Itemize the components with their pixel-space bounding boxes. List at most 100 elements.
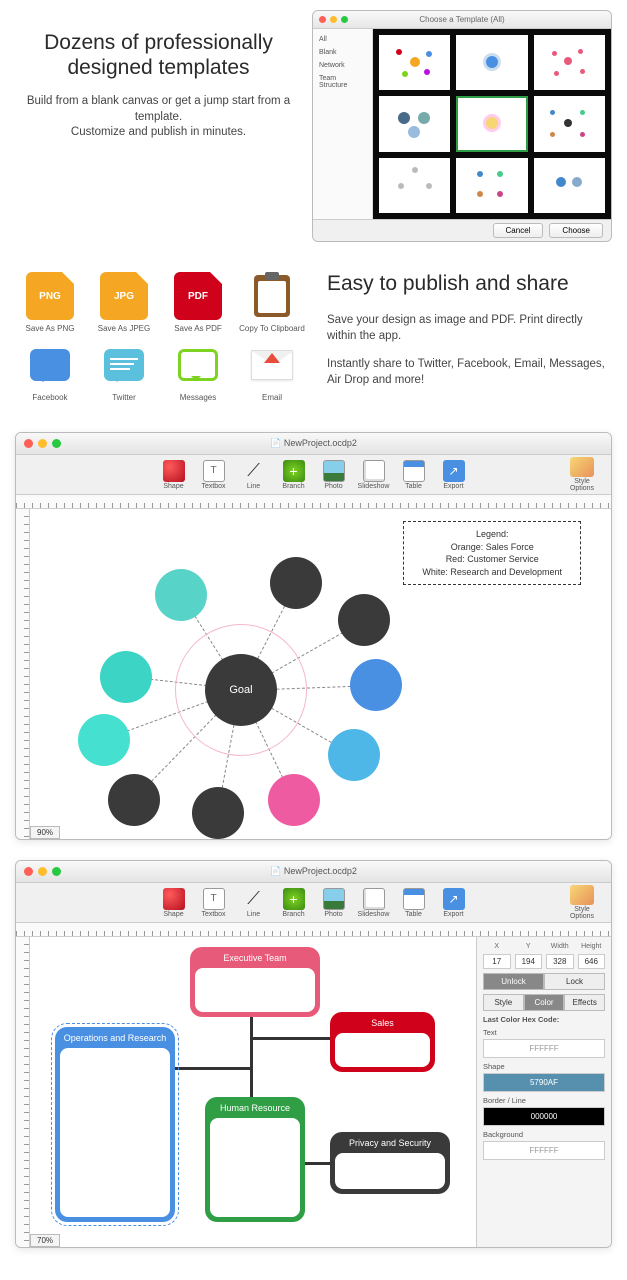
satellite-node[interactable] <box>270 557 322 609</box>
text-color-label: Text <box>483 1028 605 1037</box>
satellite-node[interactable] <box>268 774 320 826</box>
share-messages[interactable]: Messages <box>163 341 233 402</box>
style-options-button[interactable]: Style Options <box>563 457 601 492</box>
canvas[interactable]: Legend: Orange: Sales Force Red: Custome… <box>30 509 611 839</box>
tab-effects[interactable]: Effects <box>564 994 605 1011</box>
save-as-pdf[interactable]: PDF Save As PDF <box>163 272 233 333</box>
lock-button[interactable]: Lock <box>544 973 605 990</box>
tool-export[interactable]: ↗Export <box>435 460 473 490</box>
zoom-level[interactable]: 90% <box>30 826 60 839</box>
tool-photo[interactable]: Photo <box>315 888 353 918</box>
share-p1: Save your design as image and PDF. Print… <box>327 312 612 344</box>
toolbar: Shape TTextbox ⟋Line +Branch Photo Slide… <box>16 455 611 495</box>
cancel-button[interactable]: Cancel <box>493 223 544 238</box>
sidebar-item[interactable]: Network <box>315 59 370 72</box>
template-thumb[interactable] <box>379 158 450 213</box>
tool-export[interactable]: ↗Export <box>435 888 473 918</box>
satellite-node[interactable] <box>155 569 207 621</box>
template-thumb[interactable] <box>379 35 450 90</box>
share-title: Easy to publish and share <box>327 272 612 296</box>
template-thumb[interactable] <box>456 158 527 213</box>
height-field[interactable]: 646 <box>578 954 606 969</box>
tool-photo[interactable]: Photo <box>315 460 353 490</box>
unlock-button[interactable]: Unlock <box>483 973 544 990</box>
satellite-node[interactable] <box>100 651 152 703</box>
tool-shape[interactable]: Shape <box>155 460 193 490</box>
tool-textbox[interactable]: TTextbox <box>195 888 233 918</box>
satellite-node[interactable] <box>338 594 390 646</box>
ruler-horizontal <box>16 923 611 937</box>
border-color-field[interactable]: 000000 <box>483 1107 605 1126</box>
shape-color-label: Shape <box>483 1062 605 1071</box>
width-field[interactable]: 328 <box>546 954 574 969</box>
png-icon: PNG <box>26 272 74 320</box>
template-grid <box>373 29 611 219</box>
toolbar: Shape TTextbox ⟋Line +Branch Photo Slide… <box>16 883 611 923</box>
template-thumb[interactable] <box>534 96 605 151</box>
x-field[interactable]: 17 <box>483 954 511 969</box>
org-connector <box>250 1012 253 1102</box>
template-thumb[interactable] <box>379 96 450 151</box>
tab-style[interactable]: Style <box>483 994 524 1011</box>
ruler-vertical <box>16 509 30 839</box>
legend[interactable]: Legend: Orange: Sales Force Red: Custome… <box>403 521 581 585</box>
share-email[interactable]: Email <box>237 341 307 402</box>
org-exec-team[interactable]: Executive Team <box>190 947 320 1017</box>
share-twitter[interactable]: Twitter <box>89 341 159 402</box>
template-thumb-selected[interactable] <box>456 96 527 151</box>
sidebar-item[interactable]: Team Structure <box>315 72 370 92</box>
satellite-node[interactable] <box>78 714 130 766</box>
tool-branch[interactable]: +Branch <box>275 460 313 490</box>
tab-color[interactable]: Color <box>524 994 565 1011</box>
sidebar-item[interactable]: Blank <box>315 46 370 59</box>
save-as-png[interactable]: PNG Save As PNG <box>15 272 85 333</box>
shape-color-field[interactable]: 5790AF <box>483 1073 605 1092</box>
satellite-node[interactable] <box>108 774 160 826</box>
copy-to-clipboard[interactable]: Copy To Clipboard <box>237 272 307 333</box>
app-window-1: 📄 NewProject.ocdp2 Shape TTextbox ⟋Line … <box>15 432 612 840</box>
tool-textbox[interactable]: TTextbox <box>195 460 233 490</box>
template-thumb[interactable] <box>534 158 605 213</box>
text-color-field[interactable]: FFFFFF <box>483 1039 605 1058</box>
org-operations[interactable]: Operations and Research <box>55 1027 175 1222</box>
template-thumb[interactable] <box>534 35 605 90</box>
facebook-icon <box>26 341 74 389</box>
save-as-jpeg[interactable]: JPG Save As JPEG <box>89 272 159 333</box>
share-options-grid: PNG Save As PNG JPG Save As JPEG PDF Sav… <box>15 272 307 402</box>
style-options-button[interactable]: Style Options <box>563 885 601 920</box>
satellite-node[interactable] <box>192 787 244 839</box>
inspector-panel: X Y Width Height 17 194 328 646 Unlock L… <box>476 937 611 1247</box>
template-thumb[interactable] <box>456 35 527 90</box>
org-sales[interactable]: Sales <box>330 1012 435 1072</box>
goal-node[interactable]: Goal <box>205 654 277 726</box>
tool-line[interactable]: ⟋Line <box>235 888 273 918</box>
border-color-label: Border / Line <box>483 1096 605 1105</box>
share-facebook[interactable]: Facebook <box>15 341 85 402</box>
twitter-icon <box>100 341 148 389</box>
satellite-node[interactable] <box>350 659 402 711</box>
sidebar-item[interactable]: All <box>315 33 370 46</box>
share-label: Messages <box>163 393 233 402</box>
tool-table[interactable]: Table <box>395 888 433 918</box>
org-privacy[interactable]: Privacy and Security <box>330 1132 450 1194</box>
tool-branch[interactable]: +Branch <box>275 888 313 918</box>
satellite-node[interactable] <box>328 729 380 781</box>
pdf-icon: PDF <box>174 272 222 320</box>
tool-line[interactable]: ⟋Line <box>235 460 273 490</box>
share-label: Save As JPEG <box>89 324 159 333</box>
window-title: Choose a Template (All) <box>313 15 611 24</box>
last-color-label: Last Color Hex Code: <box>483 1015 605 1024</box>
tool-slideshow[interactable]: Slideshow <box>355 460 393 490</box>
tool-shape[interactable]: Shape <box>155 888 193 918</box>
choose-button[interactable]: Choose <box>549 223 603 238</box>
background-color-label: Background <box>483 1130 605 1139</box>
y-field[interactable]: 194 <box>515 954 543 969</box>
clipboard-icon <box>248 272 296 320</box>
background-color-field[interactable]: FFFFFF <box>483 1141 605 1160</box>
tool-table[interactable]: Table <box>395 460 433 490</box>
zoom-level[interactable]: 70% <box>30 1234 60 1247</box>
tool-slideshow[interactable]: Slideshow <box>355 888 393 918</box>
window-title: 📄 NewProject.ocdp2 <box>16 438 611 449</box>
org-hr[interactable]: Human Resource <box>205 1097 305 1222</box>
canvas[interactable]: Executive Team Operations and Research S… <box>30 937 476 1247</box>
